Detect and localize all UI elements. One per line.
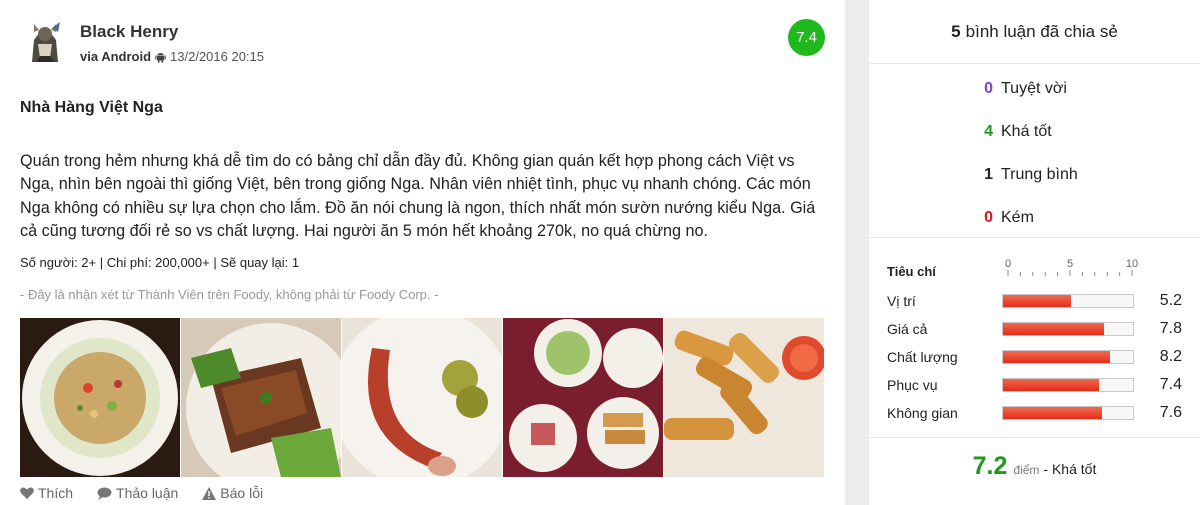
scale-ticks <box>1007 270 1133 276</box>
criteria-bar-fill <box>1003 351 1110 363</box>
report-button[interactable]: Báo lỗi <box>202 485 263 501</box>
review-actions: Thích Thảo luận Báo lỗi <box>20 485 263 501</box>
criteria-row-service: Phục vụ 7.4 <box>887 375 1182 395</box>
review-stats: Số người: 2+ | Chi phí: 200,000+ | Sẽ qu… <box>20 255 300 270</box>
review-count: 5 <box>951 21 961 41</box>
criteria-row-location: Vị trí 5.2 <box>887 291 1182 311</box>
criteria-bar-fill <box>1003 407 1102 419</box>
photo-grilled-ribs[interactable] <box>181 318 341 477</box>
platform-label: via Android <box>80 49 152 64</box>
criteria-label: Giá cả <box>887 321 928 337</box>
criteria-value: 8.2 <box>1159 348 1182 365</box>
count-excellent: 0 <box>984 79 993 97</box>
criteria-bar-fill <box>1003 379 1100 391</box>
criteria-bar-fill <box>1003 295 1071 307</box>
criteria-row-quality: Chất lượng 8.2 <box>887 347 1182 367</box>
count-row-average[interactable]: 1 Trung bình <box>869 153 1200 196</box>
criteria-value: 7.8 <box>1159 320 1182 337</box>
criteria-title: Tiêu chí <box>887 264 936 279</box>
photo-strip <box>20 318 824 477</box>
review-timestamp: 13/2/2016 20:15 <box>170 49 265 64</box>
criteria-bar <box>1002 406 1134 420</box>
count-good: 4 <box>984 122 993 140</box>
count-row-excellent[interactable]: 0 Tuyệt vời <box>869 67 1200 110</box>
label-average: Trung bình <box>1001 165 1078 183</box>
photo-sausage-pickles[interactable] <box>342 318 502 477</box>
like-label: Thích <box>38 485 74 501</box>
review-summary-sidebar: 5 bình luận đã chia sẻ 0 Tuyệt vời 4 Khá… <box>869 0 1200 505</box>
android-icon <box>155 51 166 63</box>
criteria-label: Chất lượng <box>887 349 958 365</box>
rating-counts: 0 Tuyệt vời 4 Khá tốt 1 Trung bình 0 Kém <box>869 64 1200 238</box>
like-button[interactable]: Thích <box>20 485 73 501</box>
review-body: Quán trong hẻm nhưng khá dễ tìm do có bả… <box>20 152 816 241</box>
criteria-value: 7.4 <box>1159 376 1182 393</box>
photo-fried-rice[interactable] <box>20 318 180 477</box>
criteria-bar <box>1002 350 1134 364</box>
review-score-badge: 7.4 <box>788 19 825 56</box>
summary-header: 5 bình luận đã chia sẻ <box>869 0 1200 64</box>
author-name[interactable]: Black Henry <box>80 22 178 42</box>
heart-icon <box>20 487 34 499</box>
review-meta: via Android 13/2/2016 20:15 <box>80 49 264 64</box>
criteria-scale: 0 5 10 <box>1003 258 1138 280</box>
restaurant-title[interactable]: Nhà Hàng Việt Nga <box>20 99 163 117</box>
review-card: Black Henry via Android 13/2/2016 20:15 … <box>0 0 845 505</box>
label-excellent: Tuyệt vời <box>1001 79 1067 97</box>
label-poor: Kém <box>1001 208 1034 226</box>
report-label: Báo lỗi <box>220 485 264 501</box>
warning-icon <box>202 486 217 500</box>
criteria-row-space: Không gian 7.6 <box>887 403 1182 423</box>
criteria-label: Phục vụ <box>887 377 938 393</box>
review-count-label: bình luận đã chia sẻ <box>965 21 1118 41</box>
criteria-value: 5.2 <box>1159 292 1182 309</box>
avatar[interactable] <box>20 18 70 68</box>
criteria-bar <box>1002 378 1134 392</box>
criteria-label: Không gian <box>887 405 958 421</box>
criteria-bar-fill <box>1003 323 1105 335</box>
label-good: Khá tốt <box>1001 122 1052 140</box>
overall-score: 7.2 điểm - Khá tốt <box>869 452 1200 481</box>
criteria-row-price: Giá cả 7.8 <box>887 319 1182 339</box>
count-row-good[interactable]: 4 Khá tốt <box>869 110 1200 153</box>
overall-score-value: 7.2 <box>972 452 1008 480</box>
criteria-value: 7.6 <box>1159 404 1182 421</box>
criteria-panel: Tiêu chí 0 5 10 Vị trí 5.2 Giá cả 7.8 Ch… <box>869 238 1200 438</box>
comment-icon <box>97 487 112 500</box>
photo-spring-rolls[interactable] <box>664 318 824 477</box>
discuss-label: Thảo luận <box>116 485 179 501</box>
count-average: 1 <box>984 165 993 183</box>
review-disclaimer: - Đây là nhận xét từ Thành Viên trên Foo… <box>20 287 439 302</box>
page: Black Henry via Android 13/2/2016 20:15 … <box>0 0 1200 505</box>
criteria-label: Vị trí <box>887 293 916 309</box>
overall-score-unit: điểm <box>1013 463 1040 477</box>
discuss-button[interactable]: Thảo luận <box>97 485 178 501</box>
count-poor: 0 <box>984 208 993 226</box>
overall-score-desc: - Khá tốt <box>1043 461 1097 477</box>
criteria-bar <box>1002 322 1134 336</box>
count-row-poor[interactable]: 0 Kém <box>869 196 1200 239</box>
photo-salad-spread[interactable] <box>503 318 663 477</box>
criteria-bar <box>1002 294 1134 308</box>
